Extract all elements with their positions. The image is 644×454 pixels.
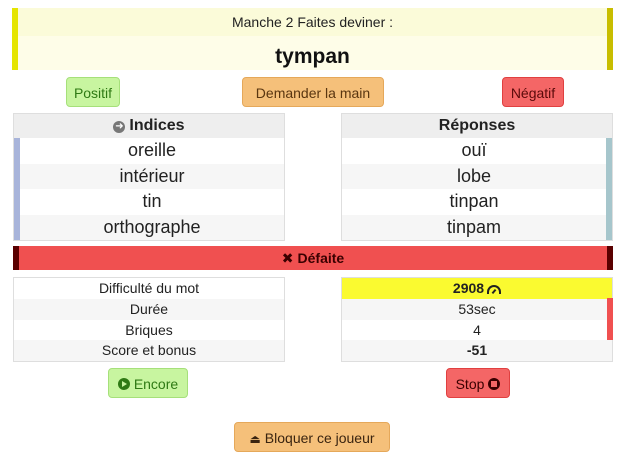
stats-values-table: 2908 53sec 4 -51 [341,277,613,362]
red-side-marker [607,298,613,340]
arrow-right-circle-icon[interactable]: ➜ [113,121,126,133]
clues-title: Indices [129,117,185,134]
round-label: Manche 2 Faites deviner : [18,8,607,36]
stat-label-bricks: Briques [125,321,173,338]
stop-circle-icon [488,378,501,390]
stop-button[interactable]: Stop [446,368,510,398]
clue-item: intérieur [20,163,284,189]
difficulty-value: 2908 [452,280,485,296]
gauge-icon [487,285,502,294]
answer-item: tinpam [342,214,606,240]
stat-value-difficulty: 2908 [342,278,612,299]
negative-button[interactable]: Négatif [502,77,564,107]
defeat-banner: ✖ Défaite [13,246,613,270]
stat-value-bricks: 4 [473,321,481,338]
clues-table: ➜ Indices oreille intérieur tin orthograp… [13,113,285,241]
block-label: Bloquer ce joueur [264,430,375,446]
again-label: Encore [133,376,179,392]
clue-item: tin [142,191,162,211]
positive-button[interactable]: Positif [66,77,120,107]
answers-table: Réponses ouï lobe tinpan tinpam [341,113,613,241]
stat-value-score: -51 [342,340,612,361]
defeat-label: Défaite [297,250,345,266]
clue-item: orthographe [20,214,284,240]
stat-label-score: Score et bonus [14,340,284,361]
stats-labels-table: Difficulté du mot Durée Briques Score et… [13,277,285,362]
round-header: Manche 2 Faites deviner : tympan [12,8,613,70]
stat-label-difficulty: Difficulté du mot [98,280,200,296]
eject-icon: ⏏ [249,432,261,446]
clue-item: oreille [127,140,177,160]
stat-value-duration: 53sec [342,298,612,320]
ask-hand-button[interactable]: Demander la main [242,77,384,107]
answer-item: ouï [461,140,487,160]
stat-label-duration: Durée [14,298,284,320]
word-to-guess: tympan [275,45,350,68]
answer-item: lobe [342,163,606,189]
stop-label: Stop [455,376,485,392]
play-circle-icon [117,378,130,390]
clues-header: ➜ Indices [14,114,284,138]
answers-header: Réponses [342,114,612,138]
answer-item: tinpan [449,191,499,211]
x-icon: ✖ [281,250,294,266]
again-button[interactable]: Encore [108,368,188,398]
